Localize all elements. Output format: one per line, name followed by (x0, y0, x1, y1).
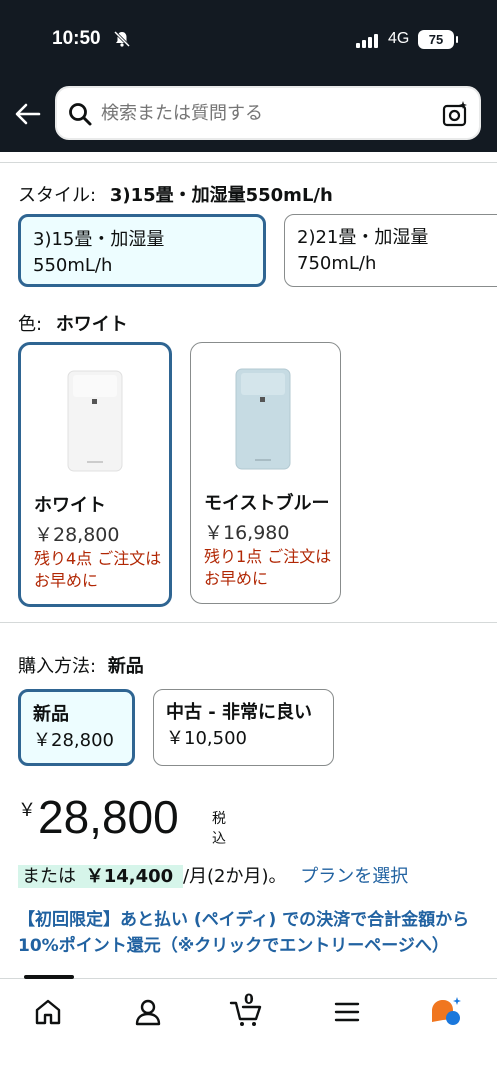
network-type: 4G (388, 30, 410, 47)
stock-warning: 残り1点 ご注文はお早めに (204, 547, 332, 588)
style-label: スタイル: (18, 185, 97, 206)
price-currency: ￥ (18, 800, 36, 821)
header: 10:50 4G 75 (0, 0, 497, 152)
purchase-label-row: 購入方法: 新品 (18, 652, 144, 678)
style-label-row: スタイル: 3)15畳・加湿量550mL/h (18, 181, 333, 207)
installment-row: または ￥14,400 /月(2か月)。 プランを選択 (18, 862, 408, 888)
divider (0, 162, 497, 163)
color-option-price: ￥16,980 (204, 522, 290, 544)
stock-warning: 残り4点 ご注文はお早めに (34, 549, 162, 590)
style-option-line2: 750mL/h (297, 253, 377, 274)
search-input[interactable] (101, 98, 421, 128)
status-bar: 10:50 4G 75 (0, 26, 497, 56)
color-label-row: 色: ホワイト (18, 310, 128, 336)
cart-button[interactable]: 0 (229, 992, 263, 1029)
color-option-moist-blue[interactable]: モイストブルー ￥16,980 残り1点 ご注文はお早めに (190, 342, 341, 604)
status-time: 10:50 (52, 28, 101, 49)
installment-amount: ￥14,400 (85, 866, 174, 887)
style-option-line1: 2)21畳・加湿量 (297, 227, 429, 248)
product-image (67, 370, 123, 472)
purchase-option-price: ￥28,800 (33, 730, 114, 751)
color-label: 色: (18, 314, 43, 335)
purchase-option-title: 中古 - 非常に良い (166, 702, 313, 723)
battery-icon: 75 (418, 30, 458, 49)
style-selected-value: 3)15畳・加湿量550mL/h (109, 185, 333, 206)
style-option-line2: 550mL/h (33, 255, 113, 276)
purchase-option-title: 新品 (33, 704, 69, 725)
cart-count: 0 (244, 992, 254, 1008)
color-option-price: ￥28,800 (34, 524, 120, 546)
tax-label: 税込 (212, 811, 226, 847)
purchase-option-used[interactable]: 中古 - 非常に良い ￥10,500 (153, 689, 334, 766)
color-selected-value: ホワイト (55, 314, 128, 335)
bell-slash-icon (113, 30, 131, 48)
purchase-option-new[interactable]: 新品 ￥28,800 (18, 689, 135, 766)
bottom-nav: 0 (0, 975, 497, 1080)
search-bar[interactable] (55, 86, 481, 140)
signal-icon (356, 34, 382, 48)
color-option-name: ホワイト (34, 495, 106, 516)
installment-prefix: または (22, 866, 76, 887)
divider (0, 622, 497, 623)
style-option-15jo[interactable]: 3)15畳・加湿量 550mL/h (18, 214, 266, 287)
style-option-21jo[interactable]: 2)21畳・加湿量 750mL/h (284, 214, 497, 287)
account-icon[interactable] (131, 995, 165, 1029)
rufus-assistant-icon[interactable] (428, 995, 462, 1029)
price-amount: 28,800 (38, 791, 179, 843)
purchase-option-price: ￥10,500 (166, 728, 247, 749)
installment-suffix: /月(2か月)。 (182, 866, 287, 887)
select-plan-link[interactable]: プランを選択 (300, 866, 408, 887)
style-option-line1: 3)15畳・加湿量 (33, 229, 165, 250)
promo-link[interactable]: 【初回限定】あと払い (ペイディ) での決済で合計金額から10%ポイント還元（※… (18, 907, 488, 959)
menu-icon[interactable] (330, 995, 364, 1029)
home-icon[interactable] (31, 995, 65, 1029)
product-image (235, 368, 291, 470)
search-icon (69, 103, 92, 126)
installment-highlight: または ￥14,400 (18, 865, 183, 888)
active-tab-indicator (24, 975, 74, 979)
color-option-white[interactable]: ホワイト ￥28,800 残り4点 ご注文はお早めに (18, 342, 172, 607)
camera-search-icon[interactable] (441, 100, 469, 128)
purchase-label: 購入方法: (18, 656, 97, 677)
back-arrow-icon[interactable] (14, 100, 42, 128)
color-option-name: モイストブルー (204, 493, 330, 514)
purchase-selected-value: 新品 (107, 656, 144, 677)
